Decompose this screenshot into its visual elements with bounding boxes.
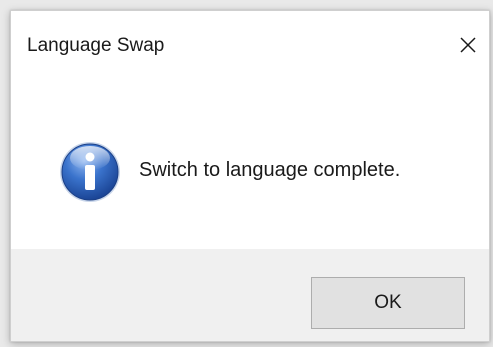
info-icon [60, 142, 120, 202]
ok-button[interactable]: OK [311, 277, 465, 329]
dialog-title: Language Swap [27, 35, 165, 56]
close-icon [460, 37, 476, 53]
dialog-titlebar: Language Swap [11, 11, 489, 79]
close-button[interactable] [447, 25, 489, 65]
dialog-footer: OK [11, 249, 489, 341]
dialog-content: Switch to language complete. [11, 79, 489, 249]
dialog-message: Switch to language complete. [139, 159, 401, 181]
language-swap-dialog: Language Swap Switch to language complet… [10, 10, 490, 342]
